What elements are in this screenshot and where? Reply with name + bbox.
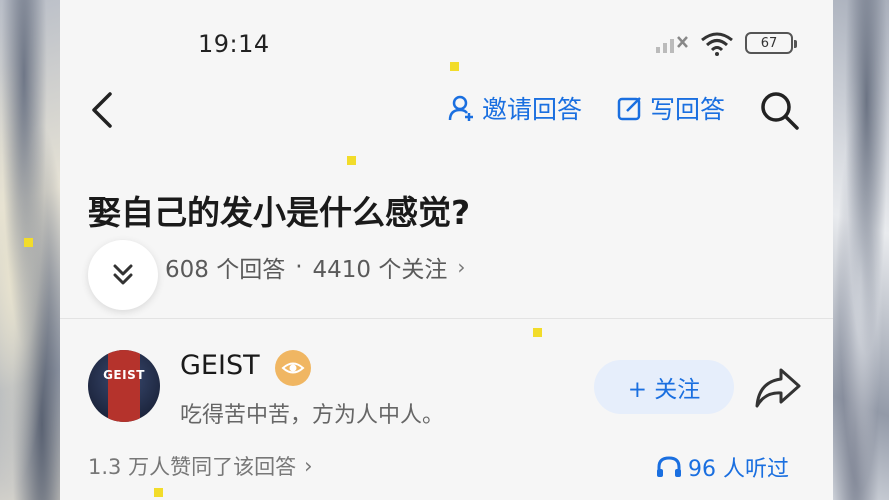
invite-answer-button[interactable]: 邀请回答 <box>448 90 582 126</box>
chevron-right-icon: › <box>457 255 466 279</box>
meta-separator: · <box>295 254 303 280</box>
question-meta[interactable]: 608 个回答 · 4410 个关注 › <box>165 250 465 284</box>
status-time: 19:14 <box>198 30 270 58</box>
likes-text: 1.3 万人赞同了该回答 <box>88 455 297 479</box>
avatar-stripe <box>108 350 140 422</box>
share-arrow-icon[interactable] <box>753 364 803 410</box>
follow-button[interactable]: + 关注 <box>594 360 734 414</box>
author-bio: 吃得苦中苦，方为人中人。 <box>180 403 445 428</box>
decor-dot <box>533 328 542 337</box>
nav-bar: 邀请回答 写回答 <box>60 80 833 140</box>
write-answer-label: 写回答 <box>650 95 726 124</box>
listened-count[interactable]: 96 人听过 <box>656 451 789 483</box>
decor-dot <box>450 62 459 71</box>
answers-count: 608 个回答 <box>165 257 286 283</box>
headphones-icon <box>657 456 681 477</box>
author-avatar[interactable]: GEIST <box>88 350 160 422</box>
chevron-right-icon: › <box>304 454 313 478</box>
decor-dot <box>24 238 33 247</box>
follow-label: + 关注 <box>627 377 701 403</box>
invite-answer-label: 邀请回答 <box>482 95 583 124</box>
signal-icon <box>656 36 688 53</box>
decor-dot <box>347 156 356 165</box>
decor-dot <box>154 488 163 497</box>
write-answer-button[interactable]: 写回答 <box>616 90 725 126</box>
question-title[interactable]: 娶自己的发小是什么感觉? <box>88 186 470 234</box>
battery-indicator: 67 <box>745 32 797 54</box>
status-icons: 67 <box>655 30 797 56</box>
eye-icon <box>281 362 305 374</box>
listened-text: 96 人听过 <box>688 457 789 482</box>
edit-icon <box>617 97 641 121</box>
likes-summary[interactable]: 1.3 万人赞同了该回答 › <box>88 451 312 481</box>
double-chevron-down-icon <box>113 264 133 285</box>
search-icon[interactable] <box>757 88 801 132</box>
wifi-icon <box>701 32 733 56</box>
battery-level: 67 <box>760 35 778 51</box>
person-add-icon <box>448 95 473 121</box>
followers-count: 4410 个关注 <box>312 257 448 283</box>
divider <box>60 318 833 319</box>
background-right <box>833 0 889 500</box>
author-name[interactable]: GEIST <box>180 350 260 381</box>
back-arrow-icon[interactable] <box>84 88 124 132</box>
phone-screen: 19:14 67 邀请回答 写回答 娶自己的发小是什么感觉? 608 个回答 ·… <box>60 0 833 500</box>
background-left <box>0 0 60 500</box>
eye-badge-icon <box>275 350 311 386</box>
avatar-logo-text: GEIST <box>103 368 145 382</box>
status-bar: 19:14 67 <box>60 0 833 80</box>
collapse-button[interactable] <box>88 240 158 310</box>
